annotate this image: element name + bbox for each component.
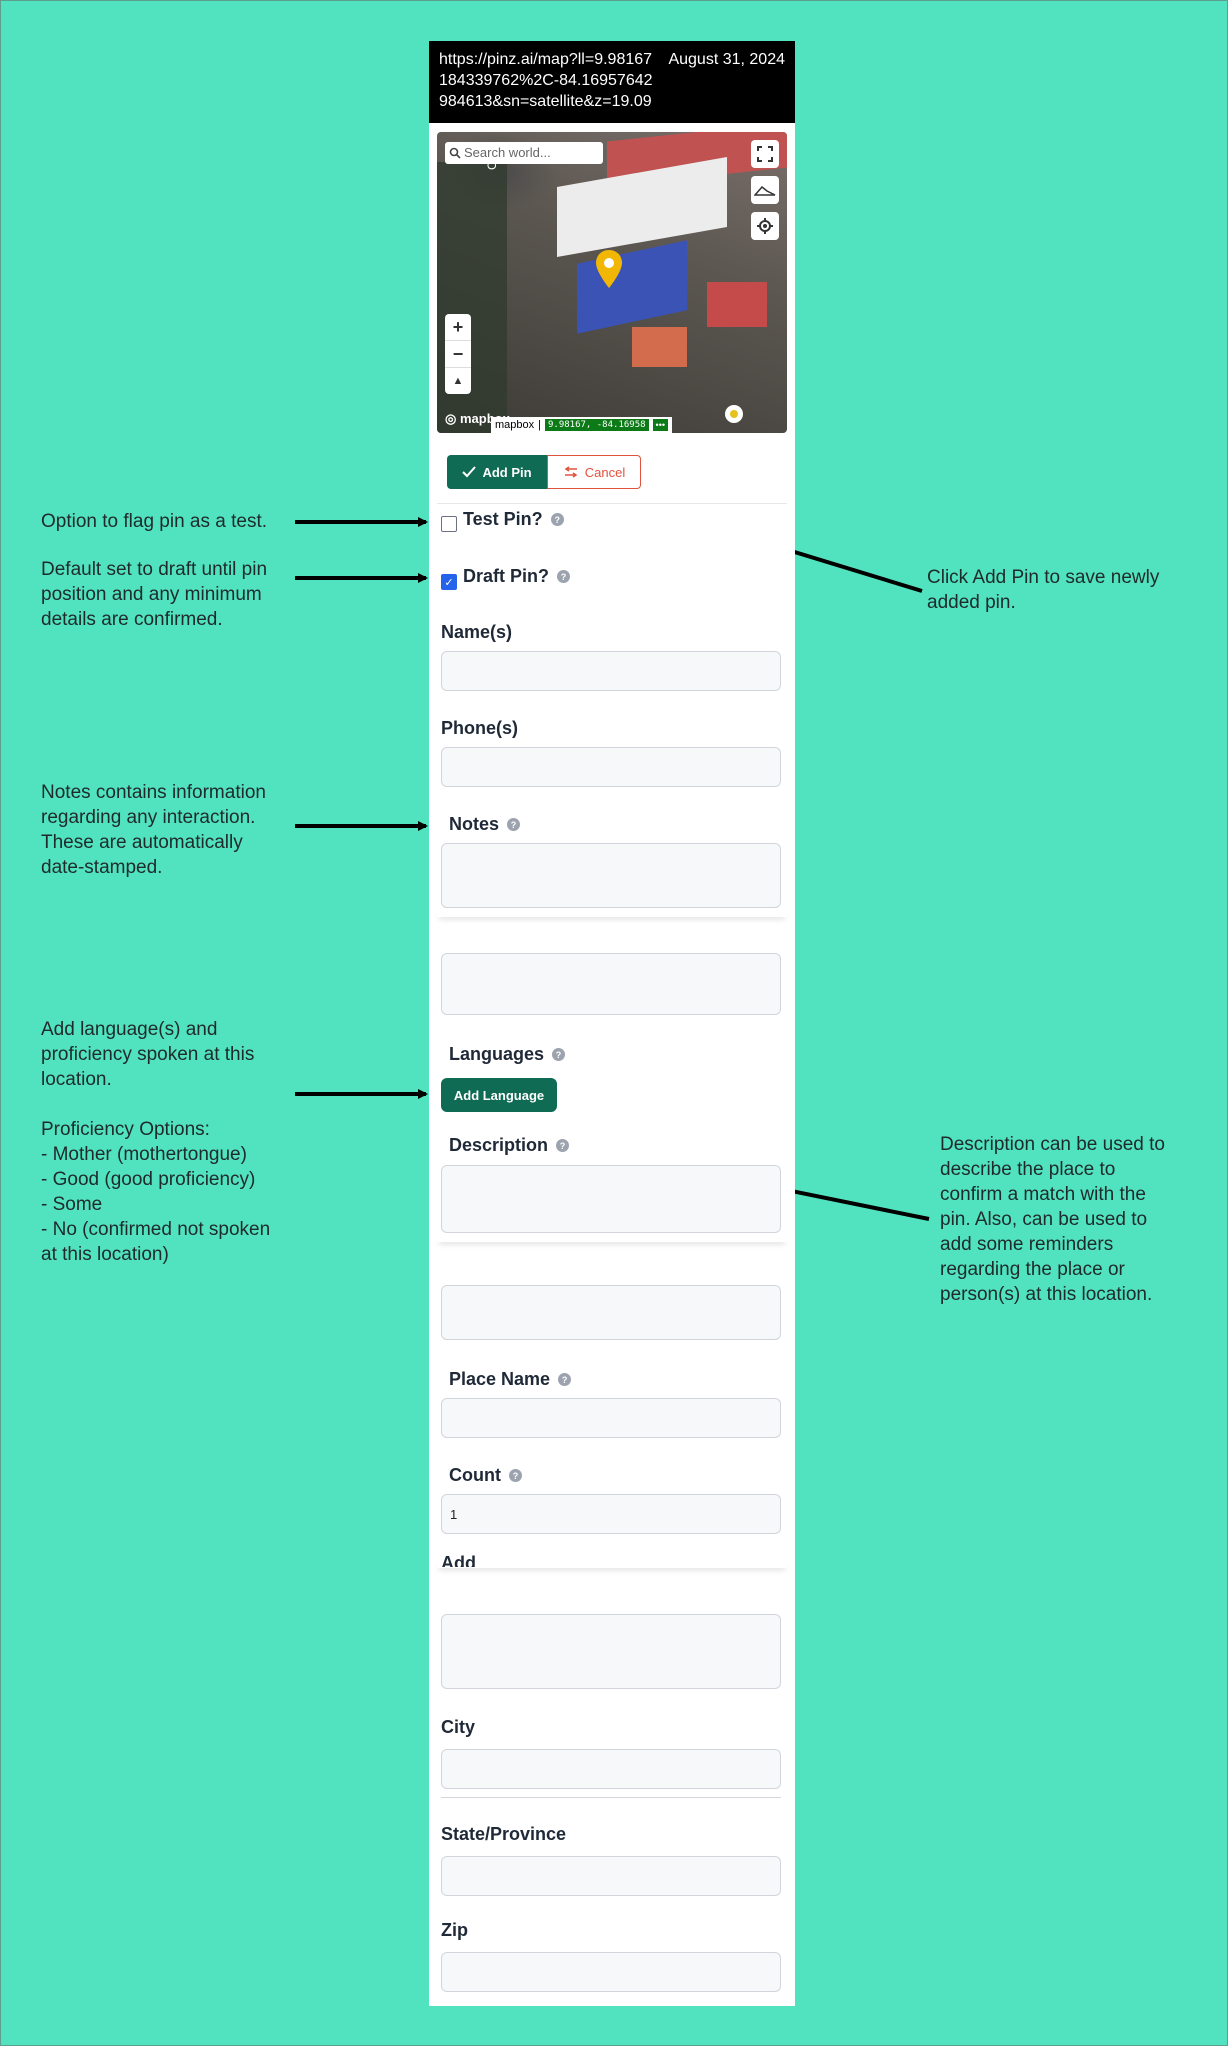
zoom-out-button[interactable]: − — [445, 341, 471, 368]
phone-screen: https://pinz.ai/map?ll=9.98167184339762%… — [429, 41, 795, 2006]
undo-icon — [564, 466, 578, 478]
date-text: August 31, 2024 — [668, 51, 785, 68]
cancel-button[interactable]: Cancel — [547, 455, 641, 489]
zip-input[interactable] — [441, 1952, 781, 1992]
zoom-controls: + − ▲ — [445, 314, 471, 394]
phones-label: Phone(s) — [441, 718, 519, 738]
test-pin-label: Test Pin? ? — [463, 509, 564, 530]
compass-button[interactable]: ▲ — [445, 368, 471, 394]
phones-input[interactable] — [441, 747, 781, 787]
coordinates-readout: mapbox | 9.98167, -84.16958 ••• — [491, 417, 672, 433]
state-input[interactable] — [441, 1856, 781, 1896]
url-text: https://pinz.ai/map?ll=9.98167184339762%… — [439, 51, 653, 110]
names-label: Name(s) — [441, 622, 513, 642]
city-label: City — [441, 1717, 476, 1737]
count-input[interactable]: 1 — [441, 1494, 781, 1534]
test-pin-checkbox[interactable] — [441, 516, 457, 532]
url-bar: https://pinz.ai/map?ll=9.98167184339762%… — [429, 41, 795, 123]
divider — [441, 1797, 781, 1798]
section-shadow — [437, 1560, 787, 1568]
description-textarea[interactable] — [441, 1165, 781, 1233]
annotation-languages: Add language(s) and proficiency spoken a… — [41, 1019, 271, 1265]
location-marker-icon — [725, 405, 743, 423]
map-search-placeholder: Search world... — [464, 145, 551, 160]
state-label: State/Province — [441, 1824, 567, 1844]
add-language-button[interactable]: Add Language — [441, 1078, 557, 1112]
notes-textarea-expanded[interactable] — [441, 953, 781, 1015]
map-roof — [707, 282, 767, 327]
help-icon[interactable]: ? — [508, 1469, 522, 1482]
annotation-draft-pin: Default set to draft until pin position … — [41, 559, 268, 630]
zip-label: Zip — [441, 1920, 468, 1940]
section-shadow — [437, 1234, 787, 1242]
pin-form: Add Pin Cancel Test Pin? ? ✓ Draft Pin? … — [437, 443, 787, 1568]
crosshair-icon — [757, 218, 773, 234]
draft-pin-checkbox[interactable]: ✓ — [441, 574, 457, 590]
map-roof — [577, 240, 687, 334]
address-textarea[interactable] — [441, 1614, 781, 1689]
geolocate-button[interactable] — [751, 212, 779, 240]
draft-pin-label: Draft Pin? ? — [463, 566, 571, 587]
annotation-notes: Notes contains information regarding any… — [41, 782, 266, 878]
checkmark-icon — [462, 466, 477, 478]
attribution-text: mapbox — [495, 419, 535, 431]
count-label: Count ? — [449, 1465, 522, 1486]
more-button[interactable]: ••• — [652, 419, 668, 431]
annotation-test-pin: Option to flag pin as a test. — [41, 511, 268, 532]
annotation-description: Description can be used to describe the … — [940, 1134, 1165, 1305]
satellite-map[interactable]: Calle Search world... + − ▲ ◎ mapbox map… — [437, 132, 787, 433]
annotation-add-pin: Click Add Pin to save newly added pin. — [927, 567, 1160, 613]
map-search-input[interactable]: Search world... — [445, 142, 603, 164]
fullscreen-icon — [757, 146, 773, 162]
notes-label: Notes ? — [449, 814, 521, 835]
description-label: Description ? — [449, 1135, 570, 1156]
cancel-label: Cancel — [584, 464, 626, 480]
section-shadow — [437, 909, 787, 917]
search-icon — [449, 147, 461, 159]
divider — [437, 503, 787, 504]
form-actions: Add Pin Cancel — [447, 455, 641, 489]
help-icon[interactable]: ? — [557, 570, 571, 583]
map-pin-icon[interactable] — [595, 250, 623, 290]
help-icon[interactable]: ? — [558, 1373, 572, 1386]
place-name-label: Place Name ? — [449, 1369, 572, 1390]
map-roof — [557, 157, 727, 257]
zoom-in-button[interactable]: + — [445, 314, 471, 341]
languages-label: Languages ? — [449, 1044, 566, 1065]
add-pin-button[interactable]: Add Pin — [447, 455, 547, 489]
terrain-icon — [754, 185, 776, 196]
coordinates-value: 9.98167, -84.16958 — [545, 419, 649, 431]
add-pin-label: Add Pin — [482, 464, 532, 480]
help-icon[interactable]: ? — [552, 1048, 566, 1061]
help-icon[interactable]: ? — [556, 1139, 570, 1152]
notes-textarea[interactable] — [441, 843, 781, 908]
place-name-input[interactable] — [441, 1398, 781, 1438]
help-icon[interactable]: ? — [550, 513, 564, 526]
help-icon[interactable]: ? — [507, 818, 521, 831]
city-input[interactable] — [441, 1749, 781, 1789]
description-textarea-expanded[interactable] — [441, 1285, 781, 1340]
names-input[interactable] — [441, 651, 781, 691]
map-roof — [632, 327, 687, 367]
terrain-button[interactable] — [751, 176, 779, 204]
fullscreen-button[interactable] — [751, 140, 779, 168]
